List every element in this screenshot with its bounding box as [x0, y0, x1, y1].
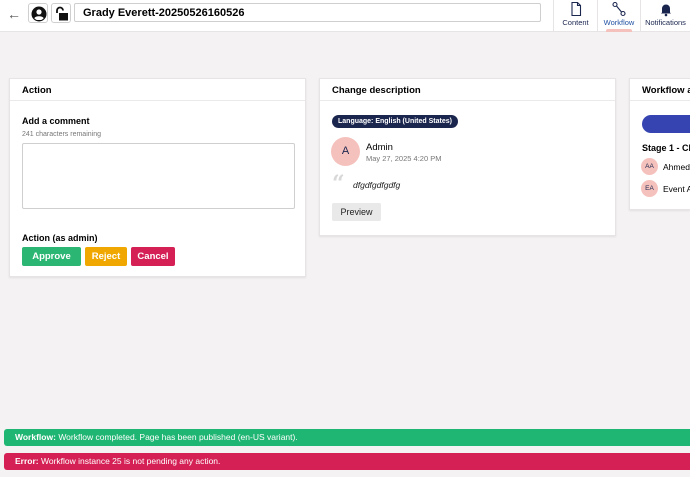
action-card-title: Action [10, 79, 305, 101]
cancel-button[interactable]: Cancel [131, 247, 175, 266]
action-card: Action Add a comment 241 characters rema… [9, 78, 306, 277]
chars-remaining: 241 characters remaining [22, 131, 101, 138]
user-name: Ahmed [663, 162, 690, 172]
author-avatar: A [331, 137, 360, 166]
comment-label: Add a comment [22, 116, 90, 126]
tab-content-label: Content [562, 18, 589, 27]
notification-message: Workflow completed. Page has been publis… [58, 432, 298, 442]
author-name: Admin [366, 142, 393, 153]
document-icon [570, 1, 581, 17]
workflow-progress-bar [642, 115, 690, 133]
tab-content[interactable]: Content [553, 0, 597, 32]
notification-message: Workflow instance 25 is not pending any … [41, 456, 221, 466]
quote-icon: “ [332, 171, 345, 197]
user-name: Event A [663, 184, 690, 194]
change-description-text: dfgdfgdfgdfg [353, 180, 401, 190]
error-notification: Error: Workflow instance 25 is not pendi… [4, 453, 690, 470]
user-initials: AA [645, 163, 654, 170]
stage-title: Stage 1 - CH [642, 143, 690, 153]
author-initial: A [341, 145, 350, 157]
unlock-icon [56, 6, 68, 21]
change-description-title: Change description [320, 79, 615, 101]
change-description-card: Change description Language: English (Un… [319, 78, 616, 236]
user-avatar: EA [641, 180, 658, 197]
reject-button[interactable]: Reject [85, 247, 127, 266]
tab-workflow-label: Workflow [603, 18, 635, 27]
change-timestamp: May 27, 2025 4:20 PM [366, 154, 442, 163]
user-avatar: AA [641, 158, 658, 175]
lock-button[interactable] [51, 3, 71, 23]
user-icon [31, 6, 47, 22]
top-bar: ← Content Workflow [0, 0, 690, 32]
back-arrow-icon[interactable]: ← [6, 6, 22, 22]
active-tab-indicator [606, 29, 632, 32]
user-info-button[interactable] [28, 3, 48, 23]
bell-icon [660, 4, 671, 17]
workflow-activity-title: Workflow ac [630, 79, 690, 101]
notification-label: Error: [15, 456, 39, 466]
tab-notifications-label: Notifications [645, 18, 686, 27]
notification-label: Workflow: [15, 432, 56, 442]
tab-notifications[interactable]: Notifications [640, 0, 690, 32]
workflow-success-notification: Workflow: Workflow completed. Page has b… [4, 429, 690, 446]
workflow-icon [612, 1, 626, 17]
comment-textarea[interactable] [22, 143, 295, 209]
approve-button[interactable]: Approve [22, 247, 81, 266]
document-name-input[interactable] [74, 3, 541, 22]
language-badge: Language: English (United States) [332, 115, 458, 128]
tab-workflow[interactable]: Workflow [597, 0, 640, 32]
workflow-activity-card: Workflow ac Stage 1 - CH AA Ahmed EA Eve… [629, 78, 690, 210]
user-initials: EA [645, 185, 654, 192]
action-as-admin-label: Action (as admin) [22, 233, 98, 243]
preview-button[interactable]: Preview [332, 203, 381, 221]
